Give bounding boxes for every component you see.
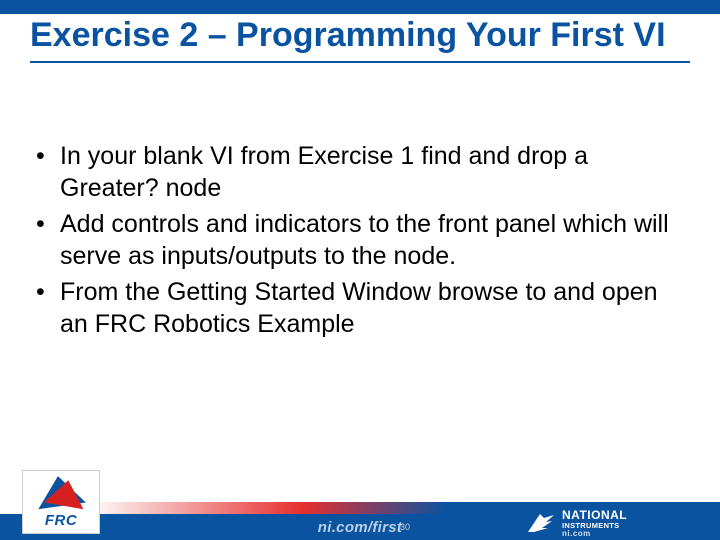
- slide-content: In your blank VI from Exercise 1 find an…: [30, 140, 690, 344]
- slide: Exercise 2 – Programming Your First VI I…: [0, 0, 720, 540]
- ni-line3: ni.com: [562, 530, 627, 538]
- bullet-list: In your blank VI from Exercise 1 find an…: [30, 140, 690, 340]
- ni-logo-text: NATIONAL INSTRUMENTS ni.com: [562, 509, 627, 539]
- frc-logo-label: FRC: [45, 512, 77, 529]
- slide-title: Exercise 2 – Programming Your First VI: [30, 16, 690, 63]
- header-bar: [0, 0, 720, 14]
- page-number: 30: [400, 522, 410, 532]
- frc-triangle-icon: [36, 476, 86, 510]
- list-item: From the Getting Started Window browse t…: [30, 276, 690, 340]
- footer: ni.com/first 30 FRC NATIONAL INSTRUMENTS…: [0, 468, 720, 540]
- ni-eagle-icon: [526, 512, 556, 534]
- list-item: Add controls and indicators to the front…: [30, 208, 690, 272]
- ni-logo: NATIONAL INSTRUMENTS ni.com: [526, 509, 706, 539]
- footer-url: ni.com/first: [318, 519, 402, 536]
- frc-logo: FRC: [22, 470, 100, 534]
- list-item: In your blank VI from Exercise 1 find an…: [30, 140, 690, 204]
- ni-line1: NATIONAL: [562, 509, 627, 521]
- ni-line2: INSTRUMENTS: [562, 522, 627, 530]
